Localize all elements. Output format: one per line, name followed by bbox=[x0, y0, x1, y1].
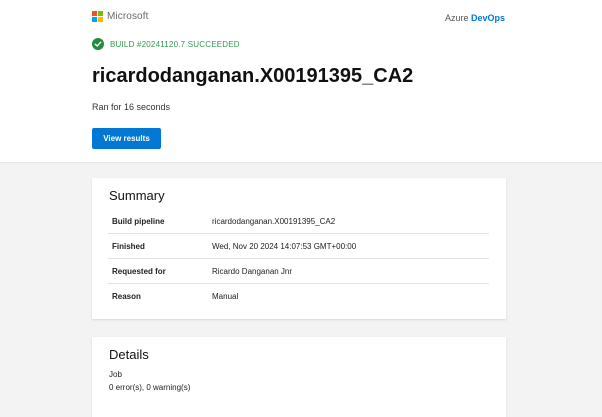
build-status-text: BUILD #20241120.7 SUCCEEDED bbox=[110, 39, 240, 49]
build-title: ricardodanganan.X00191395_CA2 bbox=[92, 65, 414, 87]
summary-row-value: Manual bbox=[212, 291, 239, 301]
email-header: Microsoft Azure DevOps BUILD #20241120.7… bbox=[0, 0, 602, 163]
details-job-result: 0 error(s), 0 warning(s) bbox=[109, 383, 191, 392]
azure-devops-name: DevOps bbox=[470, 13, 505, 23]
details-card: Details Job 0 error(s), 0 warning(s) bbox=[92, 337, 506, 417]
details-job-label: Job bbox=[109, 370, 122, 379]
build-duration: Ran for 16 seconds bbox=[92, 102, 171, 112]
summary-row-label: Requested for bbox=[112, 266, 166, 276]
build-status: BUILD #20241120.7 SUCCEEDED bbox=[92, 38, 240, 50]
summary-row-finished: Finished Wed, Nov 20 2024 14:07:53 GMT+0… bbox=[108, 234, 489, 259]
summary-title: Summary bbox=[109, 188, 165, 203]
microsoft-logo-text: Microsoft bbox=[107, 11, 149, 22]
summary-card: Summary Build pipeline ricardodanganan.X… bbox=[92, 178, 506, 319]
summary-row-reason: Reason Manual bbox=[108, 284, 489, 308]
summary-row-label: Finished bbox=[112, 241, 145, 251]
microsoft-logo: Microsoft bbox=[92, 11, 148, 22]
summary-row-requested-for: Requested for Ricardo Danganan Jnr bbox=[108, 259, 489, 284]
summary-row-label: Reason bbox=[112, 291, 141, 301]
azure-devops-prefix: Azure bbox=[444, 13, 469, 23]
microsoft-logo-icon bbox=[92, 11, 103, 22]
summary-row-value: Wed, Nov 20 2024 14:07:53 GMT+00:00 bbox=[212, 241, 357, 251]
summary-row-value: Ricardo Danganan Jnr bbox=[212, 266, 293, 276]
summary-row-value: ricardodanganan.X00191395_CA2 bbox=[212, 216, 336, 226]
summary-row-label: Build pipeline bbox=[112, 216, 165, 226]
view-results-button[interactable]: View results bbox=[92, 128, 161, 149]
summary-table: Build pipeline ricardodanganan.X00191395… bbox=[108, 209, 489, 308]
azure-devops-brand: Azure DevOps bbox=[445, 13, 505, 23]
details-title: Details bbox=[109, 347, 149, 362]
success-check-icon bbox=[92, 38, 104, 50]
summary-row-build-pipeline: Build pipeline ricardodanganan.X00191395… bbox=[108, 209, 489, 234]
